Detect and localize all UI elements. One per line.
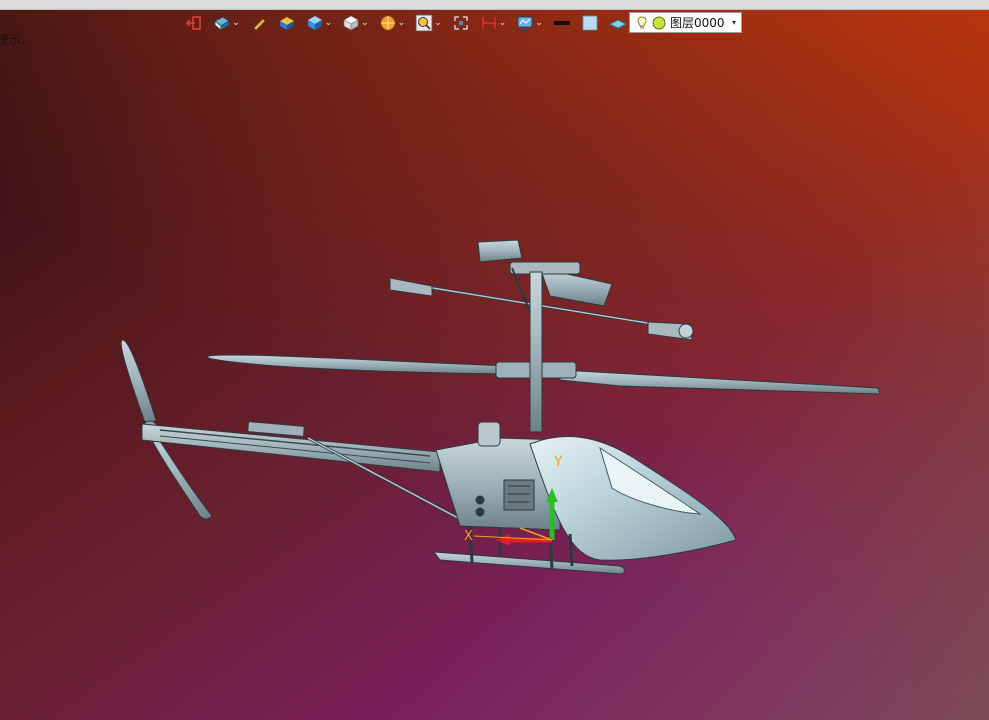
x-axis-label: X [464, 529, 473, 544]
helicopter-model[interactable] [120, 239, 881, 575]
3d-viewport[interactable]: Y X [0, 0, 989, 720]
rotor-head [477, 239, 613, 433]
y-axis-label: Y [553, 454, 563, 470]
tail-boom [141, 421, 459, 520]
main-rotor [207, 354, 881, 395]
